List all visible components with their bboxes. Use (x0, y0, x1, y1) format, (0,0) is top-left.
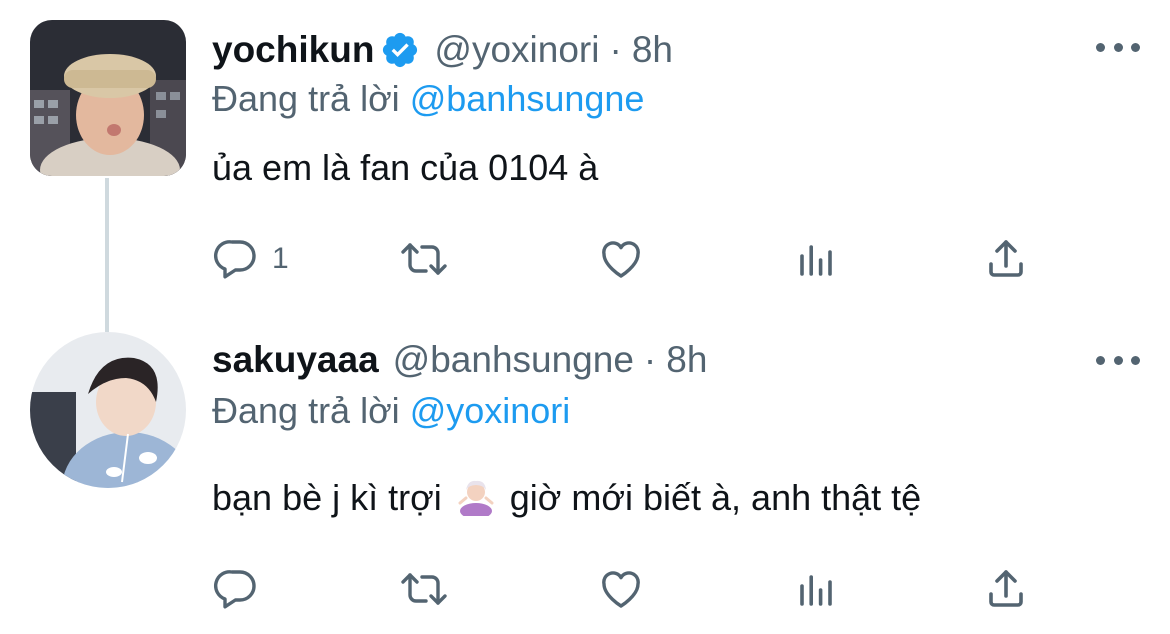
tweet-header: yochikun @yoxinori · 8h (212, 20, 673, 80)
replying-to: Đang trả lời @yoxinori (212, 390, 570, 432)
avatar[interactable] (30, 332, 186, 488)
tweet-text: ủa em là fan của 0104 à (212, 147, 599, 188)
replying-to-label: Đang trả lời (212, 390, 400, 431)
person-shrugging-emoji (456, 476, 496, 519)
like-icon (597, 565, 645, 613)
tweet[interactable]: sakuyaaa @banhsungne · 8h Đang trả lời @… (0, 316, 1170, 634)
separator-dot: · (643, 339, 657, 380)
reply-icon (212, 565, 260, 613)
reply-icon (212, 235, 260, 283)
share-icon (982, 565, 1030, 613)
tweet-text: bạn bè j kì trợi giờ mới biết à, anh thậ… (212, 476, 921, 519)
share-button[interactable] (982, 234, 1030, 284)
display-name[interactable]: sakuyaaa (212, 339, 379, 381)
user-handle[interactable]: @banhsungne (393, 339, 634, 381)
user-handle[interactable]: @yoxinori (434, 29, 599, 71)
analytics-icon (792, 235, 840, 283)
replying-to: Đang trả lời @banhsungne (212, 78, 644, 120)
more-icon[interactable] (1096, 37, 1140, 57)
retweet-icon (398, 235, 450, 283)
action-bar (212, 564, 1052, 614)
verified-icon (380, 30, 420, 70)
analytics-button[interactable] (792, 564, 840, 614)
retweet-button[interactable] (398, 234, 450, 284)
tweet[interactable]: yochikun @yoxinori · 8h Đang trả lời @ba… (0, 0, 1170, 332)
retweet-icon (398, 565, 450, 613)
timestamp[interactable]: 8h (666, 339, 707, 381)
replying-to-mention[interactable]: @yoxinori (410, 390, 571, 431)
reply-button[interactable] (212, 564, 272, 614)
share-icon (982, 235, 1030, 283)
replying-to-mention[interactable]: @banhsungne (410, 78, 645, 119)
avatar-image (30, 332, 186, 488)
tweet-text-part: bạn bè j kì trợi (212, 477, 442, 518)
action-bar: 1 (212, 234, 1052, 284)
more-icon[interactable] (1096, 350, 1140, 370)
tweet-text-part: giờ mới biết à, anh thật tệ (509, 477, 922, 518)
reply-count: 1 (272, 242, 289, 275)
separator-dot: · (609, 29, 622, 70)
tweet-header: sakuyaaa @banhsungne · 8h (212, 330, 707, 390)
reply-button[interactable]: 1 (212, 234, 289, 284)
like-icon (597, 235, 645, 283)
avatar[interactable] (30, 20, 186, 176)
timestamp[interactable]: 8h (632, 29, 673, 71)
analytics-button[interactable] (792, 234, 840, 284)
display-name[interactable]: yochikun (212, 29, 374, 71)
retweet-button[interactable] (398, 564, 450, 614)
avatar-image (30, 20, 186, 176)
like-button[interactable] (597, 564, 645, 614)
like-button[interactable] (597, 234, 645, 284)
analytics-icon (792, 565, 840, 613)
thread-connector-line (105, 178, 109, 332)
share-button[interactable] (982, 564, 1030, 614)
replying-to-label: Đang trả lời (212, 78, 400, 119)
